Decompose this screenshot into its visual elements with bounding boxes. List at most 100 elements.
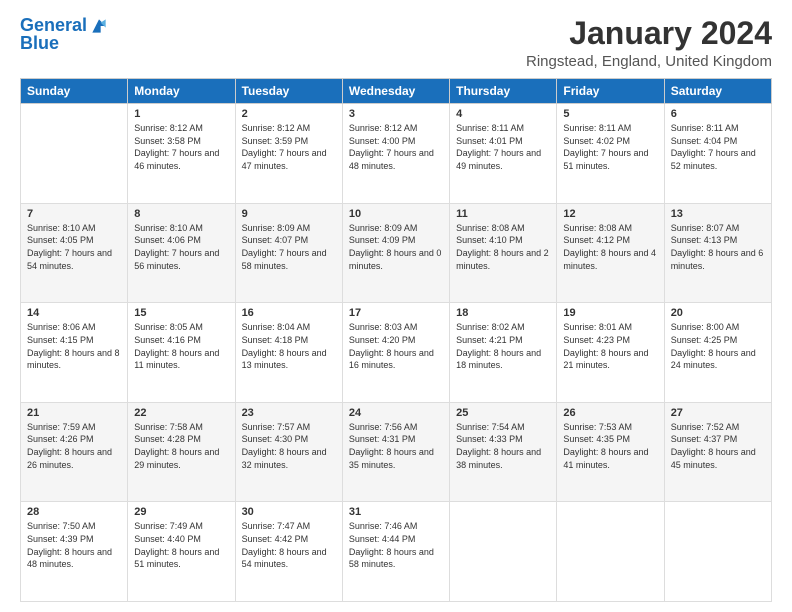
header-saturday: Saturday	[664, 79, 771, 104]
day-info: Sunrise: 7:58 AMSunset: 4:28 PMDaylight:…	[134, 421, 228, 471]
calendar-cell: 31 Sunrise: 7:46 AMSunset: 4:44 PMDayligh…	[342, 502, 449, 602]
day-info: Sunrise: 8:10 AMSunset: 4:05 PMDaylight:…	[27, 222, 121, 272]
day-number: 16	[242, 307, 336, 319]
location-title: Ringstead, England, United Kingdom	[526, 53, 772, 70]
day-number: 23	[242, 407, 336, 419]
calendar-cell: 9 Sunrise: 8:09 AMSunset: 4:07 PMDaylight…	[235, 203, 342, 303]
month-title: January 2024	[526, 16, 772, 51]
header-monday: Monday	[128, 79, 235, 104]
calendar-cell: 16 Sunrise: 8:04 AMSunset: 4:18 PMDayligh…	[235, 303, 342, 403]
calendar-cell: 30 Sunrise: 7:47 AMSunset: 4:42 PMDayligh…	[235, 502, 342, 602]
day-info: Sunrise: 8:08 AMSunset: 4:10 PMDaylight:…	[456, 222, 550, 272]
day-number: 13	[671, 208, 765, 220]
day-info: Sunrise: 7:50 AMSunset: 4:39 PMDaylight:…	[27, 520, 121, 570]
day-info: Sunrise: 8:07 AMSunset: 4:13 PMDaylight:…	[671, 222, 765, 272]
day-number: 24	[349, 407, 443, 419]
calendar-cell: 18 Sunrise: 8:02 AMSunset: 4:21 PMDayligh…	[450, 303, 557, 403]
logo-line2: Blue	[20, 34, 109, 54]
header-tuesday: Tuesday	[235, 79, 342, 104]
calendar-cell: 14Sunrise: 8:06 AMSunset: 4:15 PMDayligh…	[21, 303, 128, 403]
day-info: Sunrise: 8:10 AMSunset: 4:06 PMDaylight:…	[134, 222, 228, 272]
day-number: 28	[27, 506, 121, 518]
day-info: Sunrise: 7:52 AMSunset: 4:37 PMDaylight:…	[671, 421, 765, 471]
day-number: 10	[349, 208, 443, 220]
day-info: Sunrise: 8:02 AMSunset: 4:21 PMDaylight:…	[456, 321, 550, 371]
calendar-table: SundayMondayTuesdayWednesdayThursdayFrid…	[20, 78, 772, 602]
header: General Blue January 2024 Ringstead, Eng…	[20, 16, 772, 70]
calendar-cell: 23 Sunrise: 7:57 AMSunset: 4:30 PMDayligh…	[235, 402, 342, 502]
day-info: Sunrise: 7:57 AMSunset: 4:30 PMDaylight:…	[242, 421, 336, 471]
day-number: 6	[671, 108, 765, 120]
calendar-cell: 4Sunrise: 8:11 AMSunset: 4:01 PMDaylight…	[450, 104, 557, 204]
day-info: Sunrise: 8:01 AMSunset: 4:23 PMDaylight:…	[563, 321, 657, 371]
calendar-cell: 17Sunrise: 8:03 AMSunset: 4:20 PMDayligh…	[342, 303, 449, 403]
day-info: Sunrise: 8:03 AMSunset: 4:20 PMDaylight:…	[349, 321, 443, 371]
day-number: 31	[349, 506, 443, 518]
day-number: 18	[456, 307, 550, 319]
calendar-cell: 5Sunrise: 8:11 AMSunset: 4:02 PMDaylight…	[557, 104, 664, 204]
day-number: 15	[134, 307, 228, 319]
day-info: Sunrise: 8:12 AMSunset: 3:59 PMDaylight:…	[242, 122, 336, 172]
calendar-cell: 8 Sunrise: 8:10 AMSunset: 4:06 PMDaylight…	[128, 203, 235, 303]
header-sunday: Sunday	[21, 79, 128, 104]
header-wednesday: Wednesday	[342, 79, 449, 104]
day-number: 8	[134, 208, 228, 220]
day-number: 21	[27, 407, 121, 419]
logo-icon	[89, 16, 109, 36]
page: General Blue January 2024 Ringstead, Eng…	[0, 0, 792, 612]
day-info: Sunrise: 8:11 AMSunset: 4:04 PMDaylight:…	[671, 122, 765, 172]
week-row-2: 14Sunrise: 8:06 AMSunset: 4:15 PMDayligh…	[21, 303, 772, 403]
week-row-0: 1Sunrise: 8:12 AMSunset: 3:58 PMDaylight…	[21, 104, 772, 204]
calendar-cell	[21, 104, 128, 204]
day-info: Sunrise: 8:12 AMSunset: 3:58 PMDaylight:…	[134, 122, 228, 172]
day-info: Sunrise: 7:49 AMSunset: 4:40 PMDaylight:…	[134, 520, 228, 570]
calendar-cell: 19 Sunrise: 8:01 AMSunset: 4:23 PMDayligh…	[557, 303, 664, 403]
calendar-cell: 15 Sunrise: 8:05 AMSunset: 4:16 PMDayligh…	[128, 303, 235, 403]
day-number: 25	[456, 407, 550, 419]
day-info: Sunrise: 8:00 AMSunset: 4:25 PMDaylight:…	[671, 321, 765, 371]
day-info: Sunrise: 8:09 AMSunset: 4:07 PMDaylight:…	[242, 222, 336, 272]
day-info: Sunrise: 7:53 AMSunset: 4:35 PMDaylight:…	[563, 421, 657, 471]
day-number: 22	[134, 407, 228, 419]
calendar-cell: 21Sunrise: 7:59 AMSunset: 4:26 PMDayligh…	[21, 402, 128, 502]
calendar-cell: 26 Sunrise: 7:53 AMSunset: 4:35 PMDayligh…	[557, 402, 664, 502]
day-info: Sunrise: 7:54 AMSunset: 4:33 PMDaylight:…	[456, 421, 550, 471]
calendar-cell: 7Sunrise: 8:10 AMSunset: 4:05 PMDaylight…	[21, 203, 128, 303]
calendar-cell: 10Sunrise: 8:09 AMSunset: 4:09 PMDayligh…	[342, 203, 449, 303]
calendar-cell: 3Sunrise: 8:12 AMSunset: 4:00 PMDaylight…	[342, 104, 449, 204]
title-block: January 2024 Ringstead, England, United …	[526, 16, 772, 70]
calendar-cell	[450, 502, 557, 602]
day-number: 26	[563, 407, 657, 419]
week-row-4: 28 Sunrise: 7:50 AMSunset: 4:39 PMDayligh…	[21, 502, 772, 602]
calendar-cell: 27Sunrise: 7:52 AMSunset: 4:37 PMDayligh…	[664, 402, 771, 502]
day-info: Sunrise: 8:11 AMSunset: 4:02 PMDaylight:…	[563, 122, 657, 172]
day-number: 14	[27, 307, 121, 319]
day-info: Sunrise: 8:04 AMSunset: 4:18 PMDaylight:…	[242, 321, 336, 371]
calendar-cell: 28 Sunrise: 7:50 AMSunset: 4:39 PMDayligh…	[21, 502, 128, 602]
day-number: 12	[563, 208, 657, 220]
calendar-cell: 20Sunrise: 8:00 AMSunset: 4:25 PMDayligh…	[664, 303, 771, 403]
day-info: Sunrise: 7:47 AMSunset: 4:42 PMDaylight:…	[242, 520, 336, 570]
week-row-3: 21Sunrise: 7:59 AMSunset: 4:26 PMDayligh…	[21, 402, 772, 502]
calendar-cell: 22 Sunrise: 7:58 AMSunset: 4:28 PMDayligh…	[128, 402, 235, 502]
calendar-cell: 24Sunrise: 7:56 AMSunset: 4:31 PMDayligh…	[342, 402, 449, 502]
week-row-1: 7Sunrise: 8:10 AMSunset: 4:05 PMDaylight…	[21, 203, 772, 303]
day-number: 29	[134, 506, 228, 518]
calendar-cell: 12 Sunrise: 8:08 AMSunset: 4:12 PMDayligh…	[557, 203, 664, 303]
calendar-cell: 1Sunrise: 8:12 AMSunset: 3:58 PMDaylight…	[128, 104, 235, 204]
calendar-cell	[557, 502, 664, 602]
calendar-header-row: SundayMondayTuesdayWednesdayThursdayFrid…	[21, 79, 772, 104]
day-info: Sunrise: 7:46 AMSunset: 4:44 PMDaylight:…	[349, 520, 443, 570]
header-friday: Friday	[557, 79, 664, 104]
day-number: 19	[563, 307, 657, 319]
day-info: Sunrise: 8:08 AMSunset: 4:12 PMDaylight:…	[563, 222, 657, 272]
day-number: 2	[242, 108, 336, 120]
header-thursday: Thursday	[450, 79, 557, 104]
calendar-cell: 6 Sunrise: 8:11 AMSunset: 4:04 PMDaylight…	[664, 104, 771, 204]
day-info: Sunrise: 8:05 AMSunset: 4:16 PMDaylight:…	[134, 321, 228, 371]
day-number: 9	[242, 208, 336, 220]
calendar-cell: 13 Sunrise: 8:07 AMSunset: 4:13 PMDayligh…	[664, 203, 771, 303]
calendar-cell: 25 Sunrise: 7:54 AMSunset: 4:33 PMDayligh…	[450, 402, 557, 502]
day-number: 11	[456, 208, 550, 220]
day-number: 30	[242, 506, 336, 518]
